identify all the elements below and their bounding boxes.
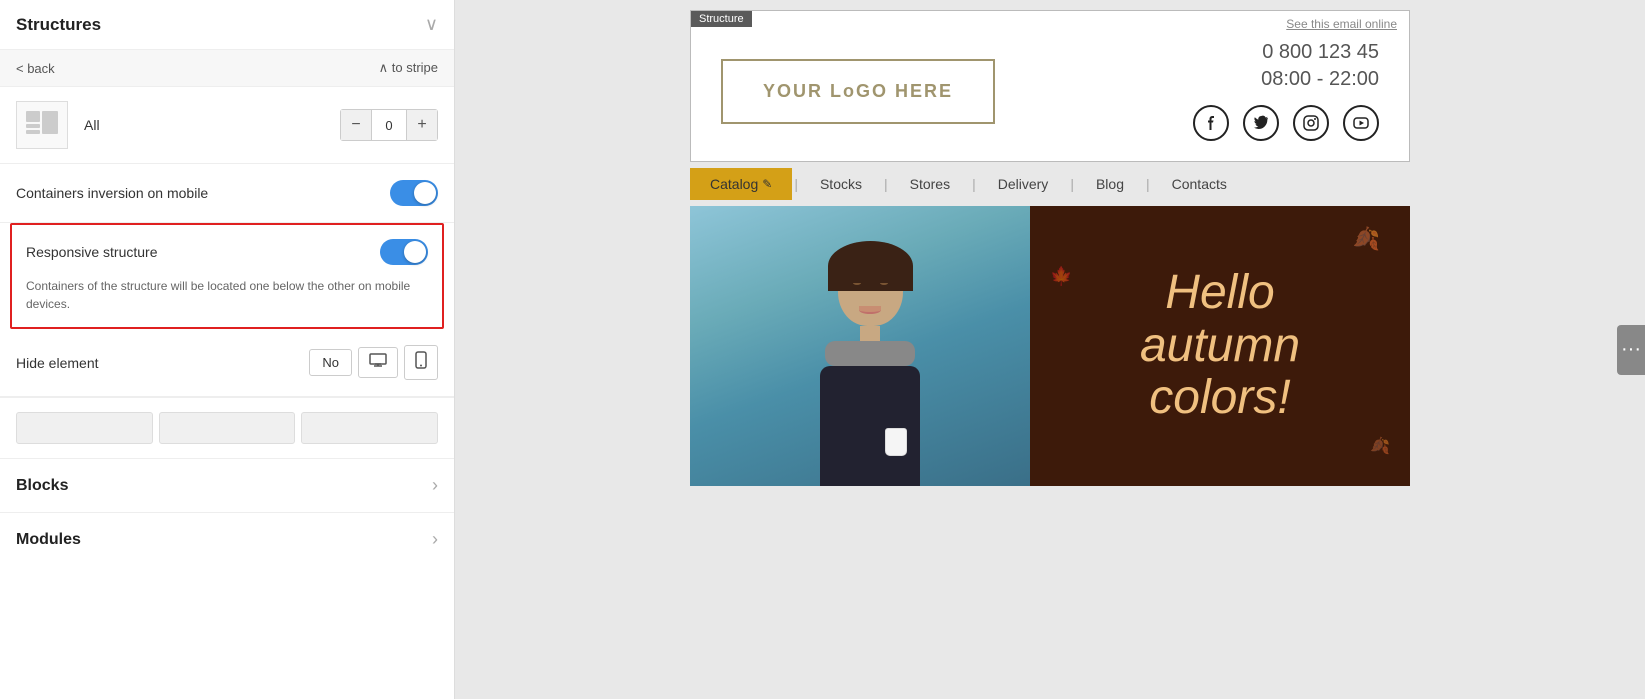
- leaf-top-right: 🍂: [1353, 226, 1380, 252]
- nav-bar: Catalog ✎ | Stocks | Stores | Delivery |…: [690, 168, 1410, 200]
- hero-line3: colors!: [1140, 372, 1300, 425]
- modules-section-nav[interactable]: Modules ›: [0, 512, 454, 566]
- nav-sep-4: |: [1068, 176, 1076, 192]
- hide-mobile-button[interactable]: [404, 345, 438, 380]
- nav-sep-1: |: [792, 176, 800, 192]
- responsive-structure-toggle[interactable]: [380, 239, 428, 265]
- hero-line2: autumn: [1140, 320, 1300, 373]
- business-hours: 08:00 - 22:00: [1193, 68, 1379, 91]
- hero-background: [690, 206, 1030, 486]
- hide-desktop-button[interactable]: [358, 347, 398, 378]
- person-neck: [860, 326, 880, 341]
- hero-photo: [690, 206, 1030, 486]
- facebook-icon[interactable]: [1193, 105, 1229, 141]
- logo-placeholder: YOUR LoGO HERE: [721, 59, 995, 124]
- float-button[interactable]: ···: [1617, 325, 1645, 375]
- responsive-structure-section: Responsive structure Containers of the s…: [10, 223, 444, 329]
- header-content: YOUR LoGO HERE 0 800 123 45 08:00 - 22:0…: [691, 11, 1409, 161]
- nav-item-stocks[interactable]: Stocks: [800, 168, 882, 200]
- all-row: All − 0 +: [0, 87, 454, 164]
- mobile-icon: [415, 351, 427, 369]
- social-icons-row: [1193, 105, 1379, 141]
- email-wrapper: Structure See this email online YOUR LoG…: [670, 0, 1430, 496]
- hero-section: 🍂 🍁 🍂 Hello autumn colors!: [690, 206, 1410, 486]
- responsive-structure-description: Containers of the structure will be loca…: [26, 277, 428, 313]
- nav-catalog-label: Catalog: [710, 176, 758, 192]
- modules-label: Modules: [16, 531, 81, 549]
- person-scarf: [825, 341, 915, 366]
- modules-arrow: ›: [432, 529, 438, 550]
- right-panel: Structure See this email online YOUR LoG…: [455, 0, 1645, 699]
- responsive-row: Responsive structure: [26, 239, 428, 265]
- nav-item-stores[interactable]: Stores: [890, 168, 970, 200]
- nav-sep-5: |: [1144, 176, 1152, 192]
- instagram-icon[interactable]: [1293, 105, 1329, 141]
- stepper-minus-button[interactable]: −: [341, 110, 371, 140]
- containers-inversion-label: Containers inversion on mobile: [16, 185, 208, 201]
- left-panel: Structures ∨ < back ∧ to stripe All − 0 …: [0, 0, 455, 699]
- blocks-label: Blocks: [16, 477, 68, 495]
- bottom-buttons-row: [0, 397, 454, 458]
- hide-buttons: No: [309, 345, 438, 380]
- stepper-value: 0: [371, 110, 407, 140]
- coffee-cup: [885, 428, 907, 456]
- all-label: All: [84, 117, 324, 133]
- person-mouth: [859, 306, 881, 314]
- nav-item-contacts[interactable]: Contacts: [1152, 168, 1247, 200]
- hide-no-button[interactable]: No: [309, 349, 352, 376]
- person-eye-right: [880, 281, 888, 285]
- hero-text-container: Hello autumn colors!: [1140, 267, 1300, 425]
- nav-item-delivery[interactable]: Delivery: [978, 168, 1069, 200]
- header-right: 0 800 123 45 08:00 - 22:00: [1193, 41, 1379, 141]
- nav-row: < back ∧ to stripe: [0, 50, 454, 87]
- action-button-1[interactable]: [16, 412, 153, 444]
- containers-inversion-row: Containers inversion on mobile: [0, 164, 454, 223]
- responsive-structure-label: Responsive structure: [26, 244, 158, 260]
- action-button-3[interactable]: [301, 412, 438, 444]
- edit-icon: ✎: [762, 177, 772, 191]
- hide-element-section: Hide element No: [0, 329, 454, 397]
- desktop-icon: [369, 353, 387, 367]
- see-online-link[interactable]: See this email online: [1286, 17, 1397, 31]
- person-head: [838, 251, 903, 326]
- person-hair: [828, 241, 913, 291]
- panel-title: Structures: [16, 15, 101, 35]
- blocks-arrow: ›: [432, 475, 438, 496]
- phone-number: 0 800 123 45: [1193, 41, 1379, 64]
- structure-label: Structure: [691, 11, 752, 27]
- to-stripe-button[interactable]: ∧ to stripe: [379, 60, 438, 76]
- nav-item-catalog[interactable]: Catalog ✎: [690, 168, 792, 200]
- back-button[interactable]: < back: [16, 61, 55, 76]
- leaf-bottom-right: 🍂: [1370, 436, 1390, 456]
- stepper-plus-button[interactable]: +: [407, 110, 437, 140]
- panel-header: Structures ∨: [0, 0, 454, 50]
- structure-block: Structure See this email online YOUR LoG…: [690, 10, 1410, 162]
- twitter-icon[interactable]: [1243, 105, 1279, 141]
- nav-item-blog[interactable]: Blog: [1076, 168, 1144, 200]
- youtube-icon[interactable]: [1343, 105, 1379, 141]
- leaf-top-left: 🍁: [1050, 266, 1072, 287]
- all-icon: [16, 101, 68, 149]
- hide-element-label: Hide element: [16, 355, 99, 371]
- containers-inversion-toggle[interactable]: [390, 180, 438, 206]
- collapse-icon[interactable]: ∨: [425, 14, 438, 35]
- nav-sep-2: |: [882, 176, 890, 192]
- hero-text-panel: 🍂 🍁 🍂 Hello autumn colors!: [1030, 206, 1410, 486]
- action-button-2[interactable]: [159, 412, 296, 444]
- person-body: [820, 366, 920, 486]
- blocks-section-nav[interactable]: Blocks ›: [0, 458, 454, 512]
- stepper: − 0 +: [340, 109, 438, 141]
- hero-line1: Hello: [1140, 267, 1300, 320]
- hide-element-row: Hide element No: [16, 345, 438, 380]
- cup: [885, 428, 907, 456]
- person-eye-left: [853, 281, 861, 285]
- nav-sep-3: |: [970, 176, 978, 192]
